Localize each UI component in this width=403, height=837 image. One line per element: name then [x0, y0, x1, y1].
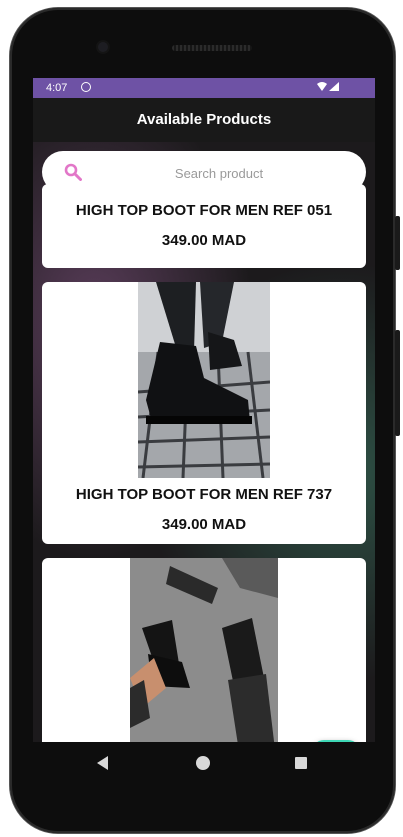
search-input[interactable] [102, 161, 336, 185]
product-card[interactable] [42, 558, 366, 742]
product-list[interactable]: HIGH TOP BOOT FOR MEN REF 051 349.00 MAD [33, 142, 375, 742]
product-name: HIGH TOP BOOT FOR MEN REF 051 [75, 202, 333, 219]
screen: 4:07 Available Products HIGH TOP BOOT FO… [33, 78, 375, 786]
status-bar: 4:07 [33, 78, 375, 98]
system-nav-bar [33, 742, 375, 786]
product-price: 349.00 MAD [161, 516, 247, 533]
wifi-icon [317, 82, 328, 91]
boot-photo [130, 558, 278, 742]
front-camera [98, 42, 108, 52]
page-title: Available Products [136, 111, 272, 128]
sync-icon [81, 82, 91, 92]
status-time: 4:07 [46, 82, 68, 94]
boot-photo [138, 282, 270, 478]
volume-button [395, 216, 400, 270]
search-icon [64, 163, 82, 181]
home-icon[interactable] [196, 756, 210, 770]
wifi-signal-icons [317, 82, 339, 93]
app-bar: Available Products [33, 98, 375, 142]
power-button [395, 330, 400, 436]
earpiece-speaker [172, 45, 252, 51]
recents-icon[interactable] [295, 757, 307, 769]
product-price: 349.00 MAD [161, 232, 247, 249]
product-image [138, 282, 270, 478]
signal-icon [329, 82, 339, 91]
product-card[interactable]: HIGH TOP BOOT FOR MEN REF 051 349.00 MAD [42, 184, 366, 268]
product-card[interactable]: HIGH TOP BOOT FOR MEN REF 737 349.00 MAD [42, 282, 366, 544]
product-image [130, 558, 278, 742]
search-bar[interactable] [42, 151, 366, 193]
product-name: HIGH TOP BOOT FOR MEN REF 737 [75, 486, 333, 503]
back-icon[interactable] [97, 756, 108, 770]
